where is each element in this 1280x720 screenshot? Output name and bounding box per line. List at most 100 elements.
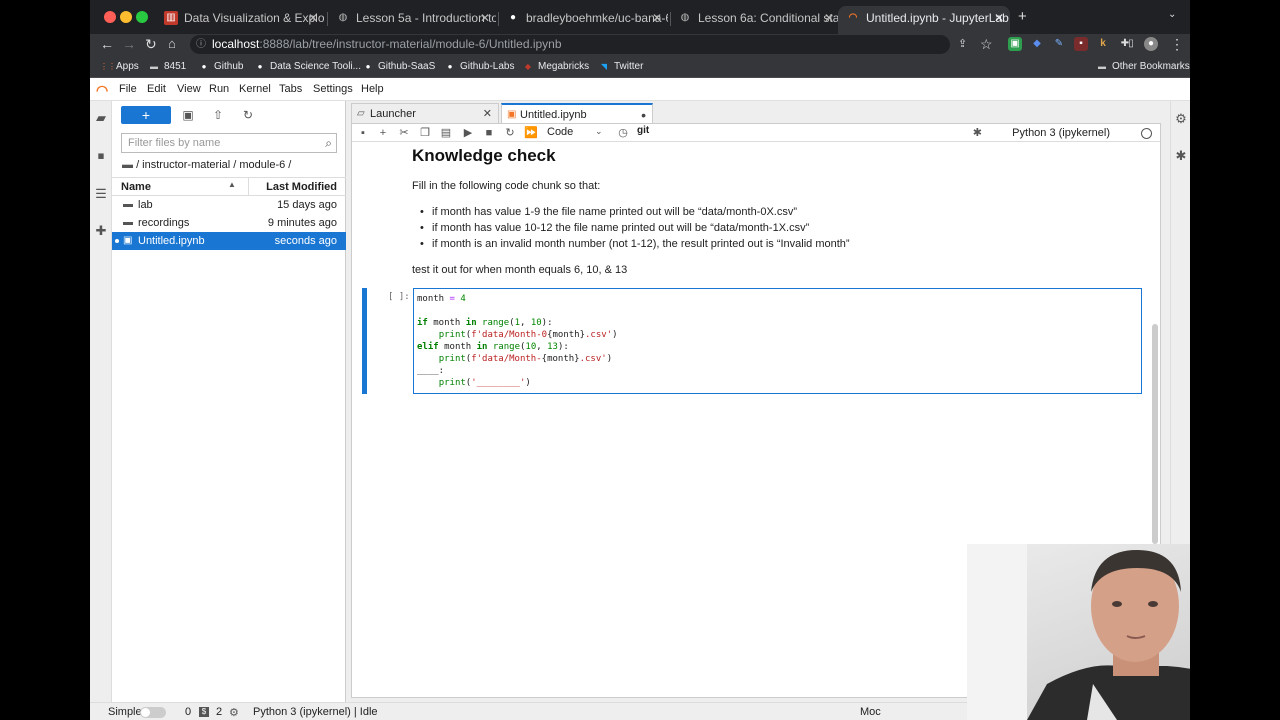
running-stop-icon[interactable]: ⏹ [94,149,108,163]
kernel-name-button[interactable]: Python 3 (ipykernel) [1012,127,1110,139]
extension-shield-icon[interactable]: ◆ [1030,37,1044,51]
browser-tab-4[interactable]: ◍ Lesson 6a: Conditional statem ✕ [670,6,840,34]
url-field[interactable]: ⓘ localhost:8888/lab/tree/instructor-mat… [190,35,950,54]
browser-tab-label: Untitled.ipynb - JupyterLab [866,11,1009,25]
file-row-recordings[interactable]: ▬ recordings 9 minutes ago [112,214,346,232]
menu-file[interactable]: File [119,83,137,95]
reload-icon[interactable]: ↻ [145,34,157,54]
close-tab-icon[interactable]: ✕ [652,6,662,30]
file-row-lab[interactable]: ▬ lab 15 days ago [112,196,346,214]
simple-mode-toggle[interactable] [140,707,166,718]
file-row-untitled-ipynb[interactable]: ▣ Untitled.ipynb seconds ago [112,232,346,250]
notebook-scrollbar[interactable] [1152,324,1158,544]
browser-tab-3[interactable]: ● bradleyboehmke/uc-bana-604 ✕ [498,6,668,34]
menu-run[interactable]: Run [209,83,229,95]
git-button[interactable]: git [637,125,649,136]
share-icon[interactable]: ⇪ [958,34,967,54]
new-folder-icon[interactable]: ▣ [180,107,196,123]
menu-settings[interactable]: Settings [313,83,353,95]
home-icon[interactable]: ⌂ [168,34,176,54]
bookmark-label: Apps [116,61,139,72]
kernel-count[interactable]: 2 [216,706,222,718]
folder-icon[interactable]: ▬ [122,159,133,171]
file-browser-folder-icon[interactable]: ▰ [94,111,108,125]
bookmark-data-science[interactable]: ● Data Science Tooli... [254,59,361,75]
menu-view[interactable]: View [177,83,201,95]
cut-icon[interactable]: ✂ [397,126,411,140]
debugger-bug-icon[interactable]: ✱ [1174,149,1188,163]
name-column-header[interactable]: Name [121,181,151,193]
run-icon[interactable]: ▶ [461,126,475,140]
debugger-bug-icon[interactable]: ✱ [973,126,982,139]
extension-red-icon[interactable]: ▪ [1074,37,1088,51]
insert-cell-icon[interactable]: + [376,126,390,140]
side-panel-icon[interactable]: ▯ [1124,37,1138,51]
restart-icon[interactable]: ↻ [503,126,517,140]
restart-run-all-icon[interactable]: ⏩ [524,126,538,140]
close-window-button[interactable] [104,11,116,23]
cell-collapser[interactable] [362,288,367,394]
save-icon[interactable]: ▪ [356,126,370,140]
browser-tab-2[interactable]: ◍ Lesson 5a - Introduction to gg ✕ [328,6,496,34]
last-modified-column-header[interactable]: Last Modified [266,181,337,193]
menu-kernel[interactable]: Kernel [239,83,271,95]
site-info-icon[interactable]: ⓘ [196,35,206,54]
extension-k-icon[interactable]: k [1096,37,1110,51]
interrupt-stop-icon[interactable]: ■ [482,126,496,140]
property-inspector-gear-icon[interactable]: ⚙ [1174,112,1188,126]
code-editor[interactable]: month = 4 if month in range(1, 10): prin… [413,288,1142,394]
file-filter-input[interactable]: Filter files by name ⌕ [121,133,337,153]
clock-icon[interactable]: ◷ [616,126,630,140]
folder-icon: ▬ [123,217,133,228]
bookmark-github[interactable]: ● Github [198,59,244,75]
close-tab-icon[interactable]: ✕ [308,6,318,30]
browser-tab-5-active[interactable]: ◠ Untitled.ipynb - JupyterLab ✕ [838,6,1010,34]
close-tab-icon[interactable]: ✕ [483,104,492,124]
table-of-contents-icon[interactable]: ☰ [94,187,108,201]
forward-arrow-icon[interactable]: → [122,34,136,54]
sort-ascending-icon[interactable]: ▲ [228,180,236,189]
tab-untitled-ipynb[interactable]: ▣ Untitled.ipynb • [501,103,653,123]
bookmark-twitter[interactable]: ◥ Twitter [598,59,644,75]
tab-launcher[interactable]: ▱ Launcher ✕ [351,103,499,123]
bookmark-8451[interactable]: ▬ 8451 [148,59,186,75]
extension-green-icon[interactable]: ▣ [1008,37,1022,51]
extension-pen-icon[interactable]: ✎ [1052,37,1066,51]
tab-search-chevron-icon[interactable]: ⌄ [1168,9,1176,20]
terminal-count[interactable]: 0 [185,706,191,718]
refresh-icon[interactable]: ↻ [240,107,256,123]
new-tab-icon[interactable]: + [1018,8,1027,25]
cell-type-select[interactable]: Code ⌄ [547,126,603,138]
menu-help[interactable]: Help [361,83,384,95]
globe-icon: ◍ [338,12,348,23]
github-icon: ● [447,62,453,71]
bookmark-star-icon[interactable]: ☆ [980,34,993,54]
breadcrumb: ▬ / instructor-material / module-6 / [122,159,291,171]
code-cell[interactable]: [ ]: month = 4 if month in range(1, 10):… [362,288,1142,396]
copy-icon[interactable]: ❐ [418,126,432,140]
bookmark-apps[interactable]: ⋮⋮ Apps [100,59,139,75]
upload-icon[interactable]: ⇧ [210,107,226,123]
close-tab-icon[interactable]: ✕ [824,6,834,30]
screen: ▥ Data Visualization & Exploratio ✕ ◍ Le… [90,0,1190,720]
back-arrow-icon[interactable]: ← [100,34,114,54]
bookmark-github-labs[interactable]: ● Github-Labs [444,59,515,75]
zoom-window-button[interactable] [136,11,148,23]
browser-menu-icon[interactable]: ⋮ [1170,34,1184,54]
close-tab-icon[interactable]: ✕ [480,6,490,30]
unsaved-dot-icon[interactable]: • [641,105,646,125]
kernel-status-text[interactable]: Python 3 (ipykernel) | Idle [253,706,378,718]
close-tab-icon[interactable]: ✕ [994,6,1004,30]
bookmark-megabricks[interactable]: ◆ Megabricks [522,59,589,75]
extensions-puzzle-icon[interactable]: ✚ [94,224,108,238]
profile-avatar[interactable]: ● [1144,37,1158,51]
menu-edit[interactable]: Edit [147,83,166,95]
browser-tab-1[interactable]: ▥ Data Visualization & Exploratio ✕ [156,6,324,34]
breadcrumb-path[interactable]: / instructor-material / module-6 / [136,159,291,171]
paste-icon[interactable]: ▤ [439,126,453,140]
new-launcher-button[interactable]: + [121,106,171,124]
bookmark-github-saas[interactable]: ● Github-SaaS [362,59,436,75]
other-bookmarks[interactable]: ▬ Other Bookmarks [1096,59,1190,75]
minimize-window-button[interactable] [120,11,132,23]
menu-tabs[interactable]: Tabs [279,83,302,95]
